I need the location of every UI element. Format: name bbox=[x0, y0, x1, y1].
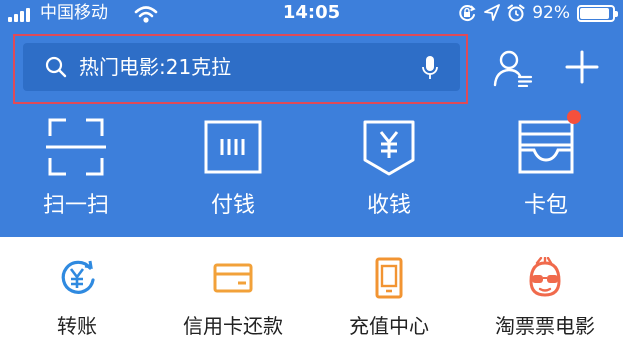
recharge-center-button[interactable]: 充值中心 bbox=[314, 237, 464, 359]
receive-money-icon bbox=[363, 120, 415, 176]
mic-icon[interactable] bbox=[422, 55, 438, 81]
battery-percent: 92% bbox=[532, 3, 570, 23]
card-wallet-icon bbox=[518, 120, 574, 174]
card-wallet-button[interactable]: 卡包 bbox=[486, 110, 606, 230]
scan-icon bbox=[46, 118, 106, 176]
alarm-icon bbox=[507, 4, 525, 22]
transfer-button[interactable]: 转账 bbox=[2, 237, 152, 359]
card-wallet-label: 卡包 bbox=[523, 193, 568, 218]
scan-button[interactable]: 扫一扫 bbox=[16, 110, 136, 230]
receive-money-button[interactable]: 收钱 bbox=[329, 110, 449, 230]
top-actions-row: 扫一扫 付钱 收钱 卡包 bbox=[0, 110, 623, 230]
credit-card-icon bbox=[213, 263, 253, 293]
status-bar: 中国移动 14:05 92% bbox=[0, 0, 623, 28]
scan-label: 扫一扫 bbox=[42, 193, 109, 218]
transfer-icon bbox=[61, 260, 95, 294]
services-row: 转账 信用卡还款 充值中心 淘票票电影 bbox=[0, 237, 623, 359]
plus-icon[interactable] bbox=[563, 48, 601, 86]
pay-button[interactable]: 付钱 bbox=[173, 110, 293, 230]
notification-badge bbox=[567, 110, 581, 124]
phone-recharge-icon bbox=[375, 257, 403, 299]
location-icon bbox=[484, 4, 501, 21]
status-right-group: 92% bbox=[457, 3, 618, 23]
search-placeholder: 热门电影:21克拉 bbox=[79, 55, 232, 79]
battery-icon bbox=[577, 4, 618, 22]
movie-ticket-button[interactable]: 淘票票电影 bbox=[470, 237, 620, 359]
pay-label: 付钱 bbox=[210, 193, 255, 218]
search-icon bbox=[45, 56, 67, 78]
transfer-label: 转账 bbox=[57, 314, 97, 338]
movie-ticket-label: 淘票票电影 bbox=[495, 314, 595, 338]
recharge-center-label: 充值中心 bbox=[349, 314, 429, 338]
credit-card-repay-label: 信用卡还款 bbox=[183, 314, 283, 338]
pay-code-icon bbox=[204, 120, 262, 174]
search-input[interactable]: 热门电影:21克拉 bbox=[23, 43, 460, 91]
rotation-lock-icon bbox=[459, 5, 476, 22]
credit-card-repay-button[interactable]: 信用卡还款 bbox=[158, 237, 308, 359]
header-panel: 中国移动 14:05 92% 热门电影:21克拉 扫一扫 付钱 收钱 卡包 bbox=[0, 0, 623, 237]
receive-money-label: 收钱 bbox=[366, 193, 411, 218]
contacts-icon[interactable] bbox=[492, 49, 534, 87]
movie-ticket-icon bbox=[529, 257, 561, 297]
